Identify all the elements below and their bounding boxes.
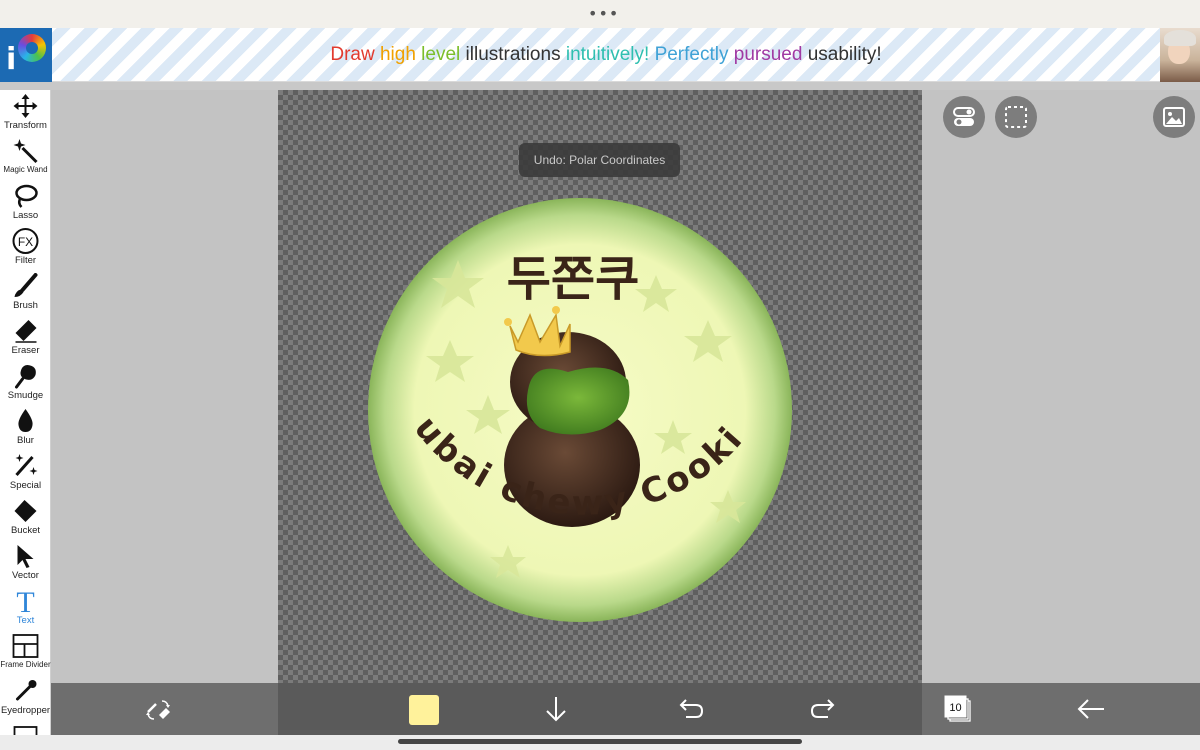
logo-letter: i bbox=[6, 42, 17, 77]
tool-label: Special bbox=[9, 480, 42, 491]
ad-character-avatar bbox=[1160, 28, 1200, 82]
tool-transform[interactable]: Transform bbox=[0, 90, 51, 135]
bottom-bar: 10 bbox=[51, 683, 1200, 735]
tool-label: Vector bbox=[12, 570, 39, 581]
tool-sidebar: Transform Magic Wand Lasso FX Filter Bru… bbox=[0, 90, 51, 750]
tool-label: Brush bbox=[13, 300, 38, 311]
korean-title: 두쫀쿠 bbox=[507, 251, 639, 307]
tool-label: Filter bbox=[14, 255, 37, 266]
tool-label: Transform bbox=[4, 120, 47, 131]
ad-word: Draw bbox=[330, 44, 375, 65]
ad-word: Perfectly bbox=[654, 44, 729, 65]
more-options-dots[interactable]: ••• bbox=[588, 4, 618, 23]
arrow-left-icon bbox=[1077, 699, 1104, 719]
tool-frame-divider[interactable]: Frame Divider bbox=[0, 630, 51, 675]
tool-label: Bucket bbox=[10, 525, 41, 536]
ad-word: pursued bbox=[733, 44, 803, 65]
color-wheel-icon bbox=[18, 34, 46, 62]
tool-label: Lasso bbox=[12, 210, 39, 221]
tool-eyedropper[interactable]: Eyedropper bbox=[0, 675, 51, 720]
sparkle-pen-icon bbox=[15, 454, 38, 476]
frame-divider-icon bbox=[12, 634, 39, 658]
tool-blur[interactable]: Blur bbox=[0, 405, 51, 450]
arrow-down-icon bbox=[546, 697, 566, 722]
tool-label: Blur bbox=[17, 435, 34, 446]
fx-icon: FX bbox=[12, 228, 39, 254]
tool-special[interactable]: Special bbox=[0, 450, 51, 495]
quick-switch-button[interactable] bbox=[140, 691, 176, 727]
smudge-icon bbox=[15, 365, 36, 389]
tool-label: Text bbox=[16, 615, 35, 626]
magic-wand-icon bbox=[13, 139, 38, 164]
material-button[interactable] bbox=[1153, 96, 1195, 138]
tool-label: Eraser bbox=[11, 345, 40, 356]
undo-toast: Undo: Polar Coordinates bbox=[519, 143, 680, 177]
tool-magic-wand[interactable]: Magic Wand bbox=[0, 135, 51, 180]
tool-lasso[interactable]: Lasso bbox=[0, 180, 51, 225]
tool-bucket[interactable]: Bucket bbox=[0, 495, 51, 540]
move-arrows-icon bbox=[13, 94, 38, 118]
ad-word: level bbox=[421, 44, 461, 65]
artwork: 두쫀쿠 Dubai chewy Cookie bbox=[262, 59, 792, 622]
dashed-selection-icon bbox=[1005, 106, 1027, 128]
tool-label: Magic Wand bbox=[3, 165, 48, 174]
tool-label: Frame Divider bbox=[0, 660, 51, 669]
app-logo[interactable]: i bbox=[0, 28, 52, 82]
ad-word: usability! bbox=[807, 44, 882, 65]
bucket-icon bbox=[14, 500, 37, 522]
cursor-arrow-icon bbox=[17, 545, 34, 568]
download-button[interactable] bbox=[538, 691, 574, 727]
lasso-icon bbox=[15, 184, 38, 208]
system-gesture-area bbox=[0, 735, 1200, 750]
fx-glyph: FX bbox=[18, 235, 33, 249]
image-icon bbox=[1163, 107, 1185, 127]
droplet-icon bbox=[18, 409, 33, 432]
ad-word: intuitively! bbox=[565, 44, 650, 65]
text-t-icon: T bbox=[16, 588, 34, 614]
brush-eraser-swap-icon bbox=[146, 700, 170, 720]
layers-stack-icon: 10 bbox=[944, 695, 971, 722]
tool-label: Eyedropper bbox=[0, 705, 51, 716]
status-strip: ••• bbox=[0, 0, 1200, 28]
tool-smudge[interactable]: Smudge bbox=[0, 360, 51, 405]
ad-slogan: Draw high level illustrations intuitivel… bbox=[52, 28, 1160, 82]
ad-word: high bbox=[379, 44, 416, 65]
tool-brush[interactable]: Brush bbox=[0, 270, 51, 315]
ad-word: illustrations bbox=[465, 44, 561, 65]
tool-vector[interactable]: Vector bbox=[0, 540, 51, 585]
selection-button[interactable] bbox=[995, 96, 1037, 138]
ad-banner[interactable]: i Draw high level illustrations intuitiv… bbox=[0, 28, 1200, 82]
back-button[interactable] bbox=[1073, 691, 1109, 727]
undo-button[interactable] bbox=[672, 691, 708, 727]
eyedropper-icon bbox=[16, 680, 37, 701]
tool-label: Smudge bbox=[7, 390, 44, 401]
primary-color-swatch[interactable] bbox=[409, 695, 439, 725]
tool-eraser[interactable]: Eraser bbox=[0, 315, 51, 360]
redo-arrow-icon bbox=[810, 699, 835, 718]
toggle-switch-icon bbox=[953, 107, 975, 126]
brush-icon bbox=[14, 273, 38, 297]
tool-text[interactable]: T Text bbox=[0, 585, 51, 630]
tool-filter[interactable]: FX Filter bbox=[0, 225, 51, 270]
layers-button[interactable]: 10 bbox=[944, 695, 980, 731]
home-indicator[interactable] bbox=[398, 739, 802, 744]
toggle-settings-button[interactable] bbox=[943, 96, 985, 138]
redo-button[interactable] bbox=[806, 691, 842, 727]
layer-count: 10 bbox=[949, 702, 961, 714]
drawing-canvas[interactable]: 두쫀쿠 Dubai chewy Cookie bbox=[262, 59, 922, 683]
eraser-icon bbox=[15, 320, 37, 343]
undo-arrow-icon bbox=[679, 699, 704, 718]
text-glyph: T bbox=[16, 588, 34, 614]
